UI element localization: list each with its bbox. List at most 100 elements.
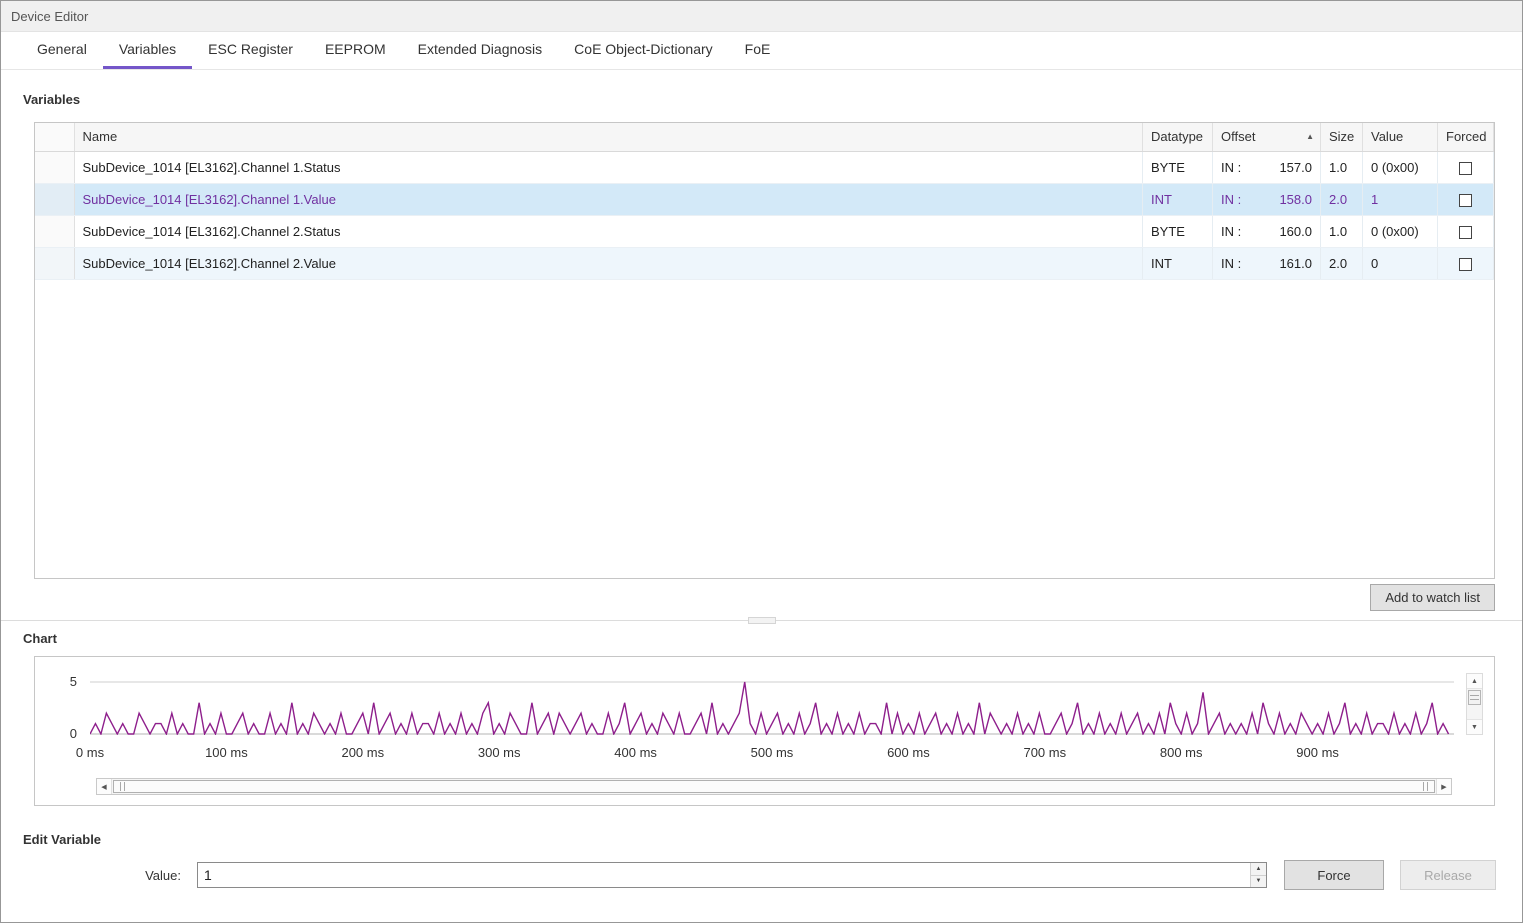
x-tick: 800 ms: [1160, 745, 1203, 760]
value-input-wrap: ▲ ▼: [197, 862, 1267, 888]
add-to-watch-list-button[interactable]: Add to watch list: [1370, 584, 1495, 611]
vertical-scroll-track[interactable]: [1467, 689, 1482, 719]
row-selector[interactable]: [35, 151, 74, 183]
tab-eeprom[interactable]: EEPROM: [309, 32, 402, 69]
thumb-grip-icon: [120, 782, 125, 791]
datatype-cell: BYTE: [1143, 215, 1213, 247]
column-header-name[interactable]: Name: [74, 123, 1143, 151]
forced-checkbox[interactable]: [1459, 226, 1472, 239]
forced-cell: [1438, 151, 1494, 183]
scroll-up-icon[interactable]: ▲: [1467, 674, 1482, 689]
x-tick: 400 ms: [614, 745, 657, 760]
tab-foe[interactable]: FoE: [729, 32, 787, 69]
offset-cell: IN :157.0: [1213, 151, 1321, 183]
chart-vertical-scrollbar[interactable]: ▲ ▼: [1466, 673, 1483, 735]
tab-variables[interactable]: Variables: [103, 32, 192, 69]
column-header-datatype[interactable]: Datatype: [1143, 123, 1213, 151]
size-cell: 1.0: [1321, 151, 1363, 183]
size-cell: 2.0: [1321, 247, 1363, 279]
x-tick: 200 ms: [341, 745, 384, 760]
value-label: Value:: [121, 868, 181, 883]
spinner-up-icon[interactable]: ▲: [1251, 863, 1266, 876]
column-header-value[interactable]: Value: [1363, 123, 1438, 151]
variables-section-title: Variables: [1, 92, 1522, 107]
row-selector[interactable]: [35, 247, 74, 279]
value-cell: 0 (0x00): [1363, 215, 1438, 247]
line-chart: [90, 673, 1454, 735]
forced-cell: [1438, 183, 1494, 215]
offset-cell: IN :161.0: [1213, 247, 1321, 279]
x-tick: 300 ms: [478, 745, 521, 760]
splitter[interactable]: [1, 620, 1522, 628]
thumb-grip-icon: [1470, 695, 1479, 700]
splitter-grip-icon[interactable]: [748, 617, 776, 624]
chart-series-line: [90, 682, 1449, 734]
variable-name-cell: SubDevice_1014 [EL3162].Channel 2.Status: [74, 215, 1143, 247]
forced-cell: [1438, 215, 1494, 247]
sort-ascending-icon: ▲: [1306, 133, 1314, 141]
device-editor-window: Device Editor General Variables ESC Regi…: [0, 0, 1523, 923]
column-header-size[interactable]: Size: [1321, 123, 1363, 151]
variable-name-cell: SubDevice_1014 [EL3162].Channel 2.Value: [74, 247, 1143, 279]
thumb-grip-icon: [1423, 782, 1428, 791]
datatype-cell: INT: [1143, 183, 1213, 215]
table-row[interactable]: SubDevice_1014 [EL3162].Channel 2.Status…: [35, 215, 1494, 247]
tab-coe-object-dictionary[interactable]: CoE Object-Dictionary: [558, 32, 729, 69]
forced-checkbox[interactable]: [1459, 258, 1472, 271]
scroll-left-icon[interactable]: ◀: [97, 779, 112, 794]
tab-esc-register[interactable]: ESC Register: [192, 32, 309, 69]
table-row[interactable]: SubDevice_1014 [EL3162].Channel 1.Status…: [35, 151, 1494, 183]
table-row[interactable]: SubDevice_1014 [EL3162].Channel 2.Value …: [35, 247, 1494, 279]
datatype-cell: INT: [1143, 247, 1213, 279]
forced-cell: [1438, 247, 1494, 279]
tab-bar: General Variables ESC Register EEPROM Ex…: [1, 32, 1522, 70]
tab-extended-diagnosis[interactable]: Extended Diagnosis: [402, 32, 559, 69]
chart-horizontal-scrollbar[interactable]: ◀ ▶: [96, 778, 1452, 795]
row-header-column: [35, 123, 74, 151]
variable-name-cell: SubDevice_1014 [EL3162].Channel 1.Value: [74, 183, 1143, 215]
spinner-down-icon[interactable]: ▼: [1251, 876, 1266, 888]
horizontal-scroll-track[interactable]: [112, 779, 1436, 794]
x-axis-labels: 0 ms 100 ms 200 ms 300 ms 400 ms 500 ms …: [90, 745, 1454, 761]
force-button[interactable]: Force: [1284, 860, 1384, 890]
edit-variable-row: Value: ▲ ▼ Force Release: [1, 860, 1522, 890]
size-cell: 1.0: [1321, 215, 1363, 247]
forced-checkbox[interactable]: [1459, 194, 1472, 207]
table-row[interactable]: SubDevice_1014 [EL3162].Channel 1.Value …: [35, 183, 1494, 215]
size-cell: 2.0: [1321, 183, 1363, 215]
horizontal-scroll-thumb[interactable]: [113, 780, 1435, 793]
forced-checkbox[interactable]: [1459, 162, 1472, 175]
variables-table: Name Datatype Offset ▲ Size Value Forced: [34, 122, 1495, 579]
value-cell: 1: [1363, 183, 1438, 215]
offset-cell: IN :158.0: [1213, 183, 1321, 215]
vertical-scroll-thumb[interactable]: [1468, 690, 1481, 705]
title-bar: Device Editor: [1, 1, 1522, 32]
datatype-cell: BYTE: [1143, 151, 1213, 183]
x-tick: 900 ms: [1296, 745, 1339, 760]
y-axis-tick-0: 0: [59, 726, 77, 741]
tab-general[interactable]: General: [21, 32, 103, 69]
column-header-offset[interactable]: Offset ▲: [1213, 123, 1321, 151]
row-selector[interactable]: [35, 183, 74, 215]
variable-name-cell: SubDevice_1014 [EL3162].Channel 1.Status: [74, 151, 1143, 183]
row-selector[interactable]: [35, 215, 74, 247]
x-tick: 500 ms: [751, 745, 794, 760]
chart-section-title: Chart: [1, 631, 1522, 646]
x-tick: 700 ms: [1023, 745, 1066, 760]
value-cell: 0: [1363, 247, 1438, 279]
release-button[interactable]: Release: [1400, 860, 1496, 890]
edit-variable-section-title: Edit Variable: [1, 832, 1522, 847]
y-axis-tick-5: 5: [59, 674, 77, 689]
x-tick: 0 ms: [76, 745, 104, 760]
table-header-row: Name Datatype Offset ▲ Size Value Forced: [35, 123, 1494, 151]
value-cell: 0 (0x00): [1363, 151, 1438, 183]
scroll-right-icon[interactable]: ▶: [1436, 779, 1451, 794]
window-title: Device Editor: [11, 9, 88, 24]
chart-plot-area: [90, 673, 1454, 735]
scroll-down-icon[interactable]: ▼: [1467, 719, 1482, 734]
offset-cell: IN :160.0: [1213, 215, 1321, 247]
x-tick: 600 ms: [887, 745, 930, 760]
x-tick: 100 ms: [205, 745, 248, 760]
value-input[interactable]: [198, 863, 1250, 887]
column-header-forced[interactable]: Forced: [1438, 123, 1494, 151]
